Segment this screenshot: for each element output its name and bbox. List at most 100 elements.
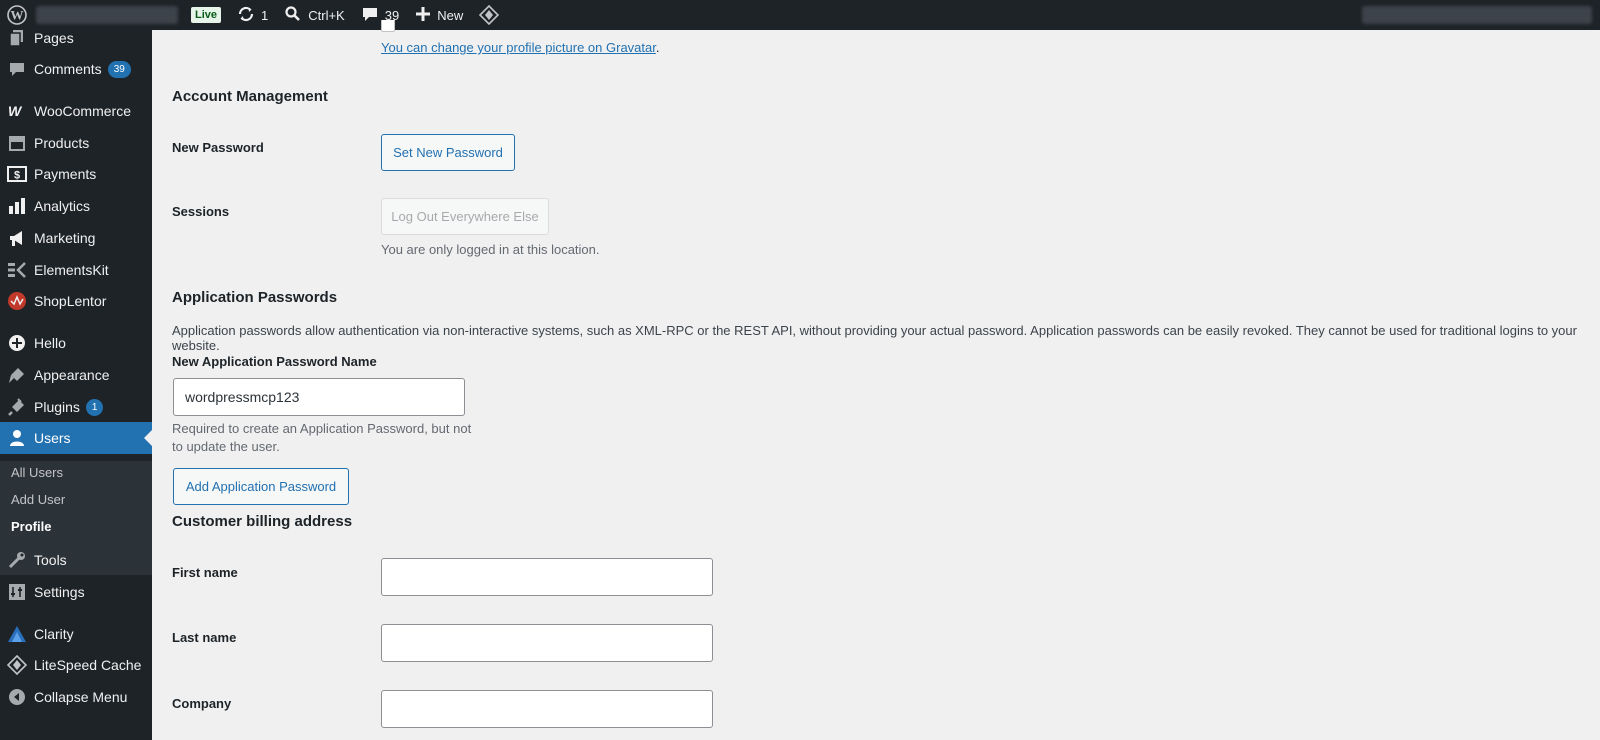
sidebar-item-pages[interactable]: Pages	[0, 24, 152, 52]
gravatar-link[interactable]: You can change your profile picture on G…	[381, 40, 656, 55]
sidebar-item-appearance[interactable]: Appearance	[0, 361, 152, 389]
set-new-password-button[interactable]: Set New Password	[381, 134, 515, 171]
sidebar-item-elementskit[interactable]: ElementsKit	[0, 256, 152, 284]
sidebar-item-label: Plugins	[34, 399, 80, 415]
submenu-all-users[interactable]: All Users	[11, 465, 63, 480]
command-palette-item[interactable]: Ctrl+K	[276, 0, 352, 30]
customer-billing-heading: Customer billing address	[172, 513, 353, 530]
account-name-blurred[interactable]	[1362, 6, 1592, 24]
comments-icon	[0, 60, 34, 78]
billing-company-input[interactable]	[381, 690, 713, 728]
sessions-description: You are only logged in at this location.	[381, 242, 600, 257]
gravatar-line: You can change your profile picture on G…	[381, 40, 660, 55]
analytics-icon	[0, 198, 34, 214]
admin-bar: W Live 1 Ctrl+K 39 New	[0, 0, 1600, 30]
sidebar-item-label: ShopLentor	[34, 293, 107, 309]
comments-badge: 39	[107, 60, 131, 78]
sidebar-item-marketing[interactable]: Marketing	[0, 224, 152, 252]
search-icon	[284, 5, 302, 26]
litespeed-toolbar-icon[interactable]	[471, 0, 507, 30]
new-content-item[interactable]: New	[407, 0, 471, 30]
sidebar-item-label: Pages	[34, 30, 74, 46]
last-name-label: Last name	[172, 630, 237, 645]
shoplentor-icon	[0, 291, 34, 311]
sidebar-item-litespeed[interactable]: LiteSpeed Cache	[0, 651, 152, 679]
gravatar-period: .	[655, 40, 660, 55]
plugins-icon	[0, 398, 34, 416]
new-label: New	[437, 7, 464, 23]
sidebar-item-label: Payments	[34, 166, 97, 182]
hello-icon	[0, 334, 34, 352]
profile-content: You can change your profile picture on G…	[152, 20, 1600, 740]
sessions-label: Sessions	[172, 204, 230, 219]
sidebar-item-clarity[interactable]: Clarity	[0, 620, 152, 648]
search-shortcut: Ctrl+K	[308, 7, 345, 23]
sidebar-item-label: Clarity	[34, 626, 74, 642]
updates-item[interactable]: 1	[229, 0, 276, 30]
app-password-name-description-1: Required to create an Application Passwo…	[172, 421, 472, 436]
live-badge-item[interactable]: Live	[183, 0, 229, 30]
svg-text:W: W	[8, 104, 23, 118]
comment-icon	[361, 5, 379, 26]
avatar-edge	[381, 20, 395, 32]
sidebar-item-label: Comments	[34, 61, 102, 77]
payments-icon: $	[0, 166, 34, 182]
submenu-profile[interactable]: Profile	[11, 519, 51, 534]
plugins-badge: 1	[85, 398, 104, 416]
woocommerce-icon: W	[0, 104, 34, 118]
appearance-icon	[0, 366, 34, 384]
application-passwords-description: Application passwords allow authenticati…	[172, 323, 1577, 353]
sidebar-item-label: Tools	[34, 552, 67, 568]
sidebar-item-label: Marketing	[34, 230, 96, 246]
litespeed-icon	[0, 655, 34, 675]
svg-text:$: $	[14, 170, 20, 182]
billing-last-name-input[interactable]	[381, 624, 713, 662]
add-application-password-button[interactable]: Add Application Password	[173, 468, 349, 505]
sidebar-item-label: Collapse Menu	[34, 689, 128, 705]
sidebar-item-products[interactable]: Products	[0, 129, 152, 157]
sidebar-item-label: Products	[34, 135, 90, 151]
site-name-blurred[interactable]	[36, 6, 178, 24]
sidebar-item-settings[interactable]: Settings	[0, 578, 152, 606]
first-name-label: First name	[172, 565, 238, 580]
account-management-heading: Account Management	[172, 88, 328, 105]
log-out-everywhere-button[interactable]: Log Out Everywhere Else	[381, 198, 549, 235]
collapse-menu-button[interactable]: Collapse Menu	[0, 683, 152, 711]
pages-icon	[0, 29, 34, 47]
app-password-name-label: New Application Password Name	[172, 354, 377, 369]
plus-icon	[415, 6, 431, 25]
sidebar-item-label: Users	[34, 430, 71, 446]
billing-first-name-input[interactable]	[381, 558, 713, 596]
sidebar-item-users[interactable]: Users	[0, 422, 152, 454]
sidebar-item-label: Appearance	[34, 367, 110, 383]
sidebar-item-plugins[interactable]: Plugins 1	[0, 393, 152, 421]
collapse-icon	[0, 688, 34, 706]
marketing-icon	[0, 229, 34, 247]
sidebar-item-label: LiteSpeed Cache	[34, 657, 142, 673]
svg-text:W: W	[11, 8, 24, 23]
clarity-icon	[0, 625, 34, 643]
users-icon	[0, 429, 34, 447]
updates-count: 1	[261, 7, 269, 23]
products-icon	[0, 135, 34, 151]
sidebar-item-label: WooCommerce	[34, 103, 131, 119]
company-label: Company	[172, 696, 232, 711]
submenu-add-user[interactable]: Add User	[11, 492, 65, 507]
app-password-name-description-2: to update the user.	[172, 439, 280, 454]
updates-icon	[237, 5, 255, 26]
live-badge: Live	[191, 7, 222, 23]
new-password-label: New Password	[172, 140, 264, 155]
sidebar-item-label: Hello	[34, 335, 66, 351]
sidebar-item-woocommerce[interactable]: W WooCommerce	[0, 97, 152, 125]
sidebar-item-payments[interactable]: $ Payments	[0, 160, 152, 188]
sidebar-item-comments[interactable]: Comments 39	[0, 55, 152, 83]
sidebar-item-hello[interactable]: Hello	[0, 329, 152, 357]
application-passwords-heading: Application Passwords	[172, 289, 338, 306]
sidebar-item-analytics[interactable]: Analytics	[0, 192, 152, 220]
comments-item[interactable]: 39	[353, 0, 407, 30]
sidebar-item-tools[interactable]: Tools	[0, 546, 152, 574]
sidebar-item-shoplentor[interactable]: ShopLentor	[0, 287, 152, 315]
admin-sidebar: Pages Comments 39 W WooCommerce Products…	[0, 30, 152, 740]
app-password-name-input[interactable]: wordpressmcp123	[173, 378, 465, 416]
sidebar-item-label: Analytics	[34, 198, 91, 214]
